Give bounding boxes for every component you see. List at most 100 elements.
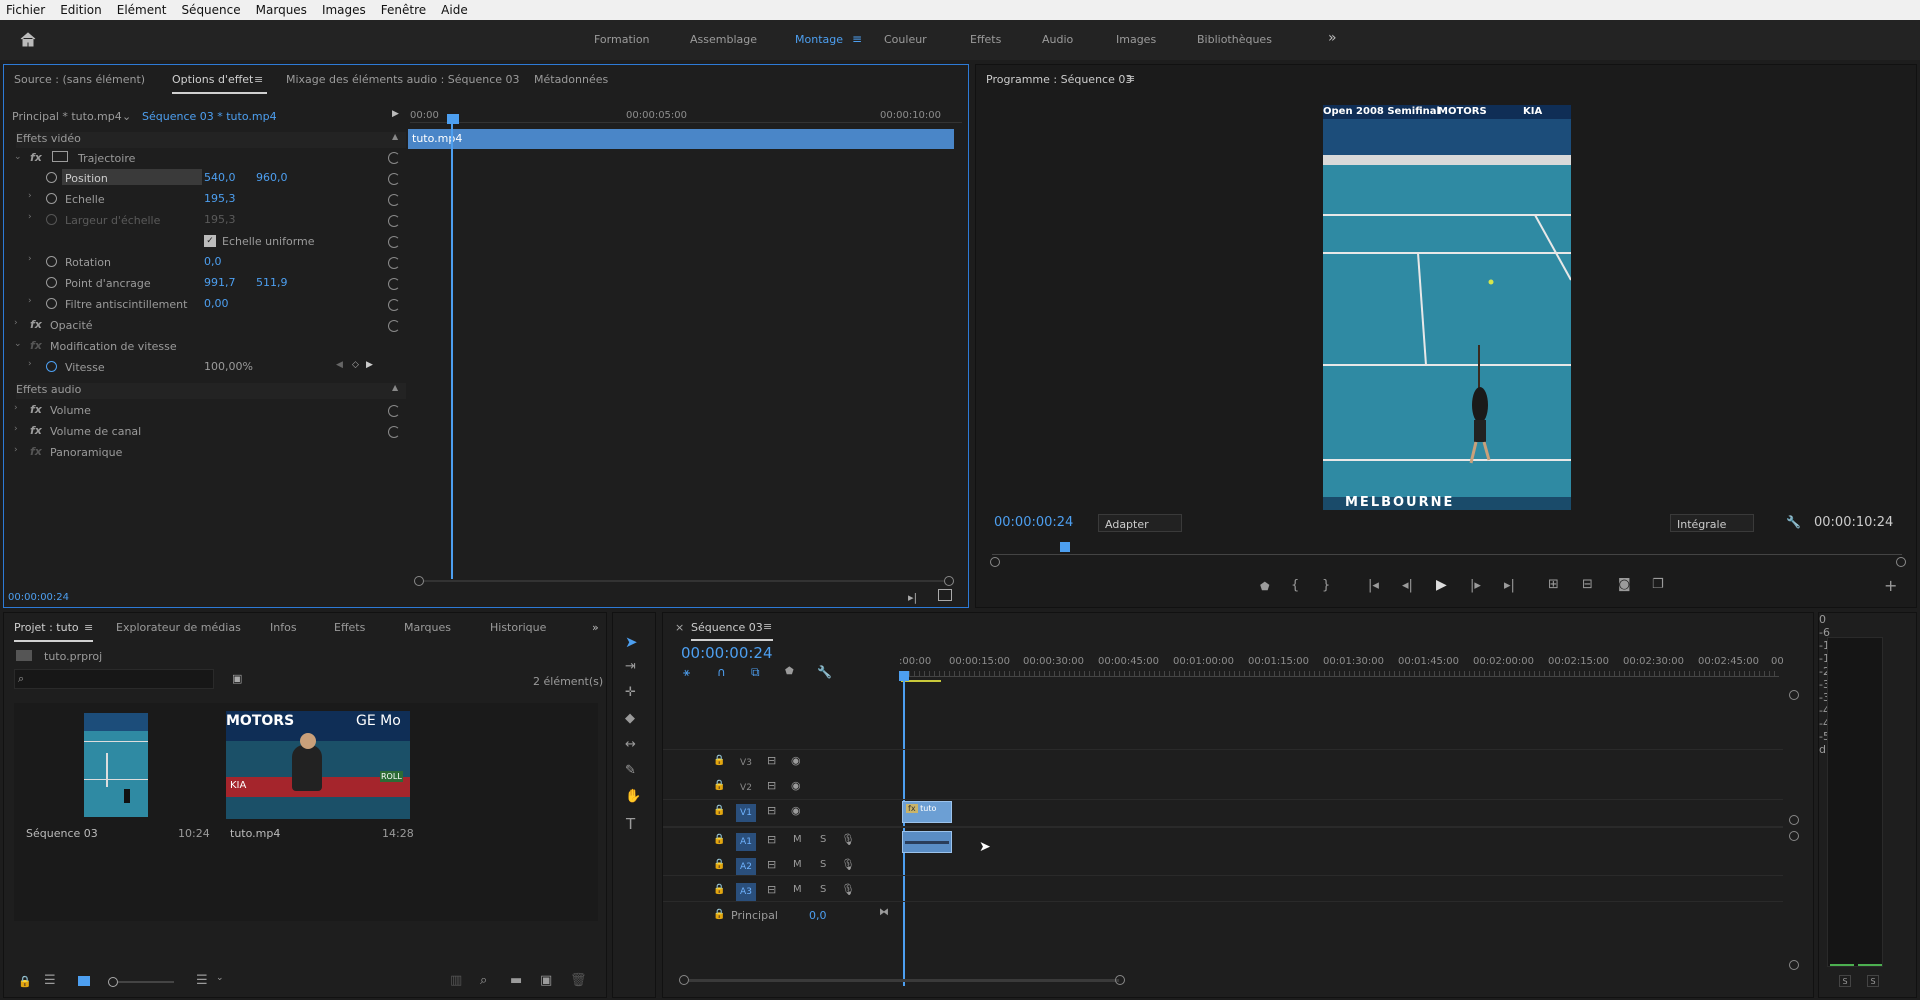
eye-icon[interactable]: ◉ — [791, 754, 801, 767]
tab-menu-icon[interactable]: ≡ — [254, 73, 263, 86]
fx-badge[interactable]: fx — [30, 403, 42, 416]
chevron-right-icon[interactable]: › — [14, 403, 18, 413]
stopwatch-icon[interactable] — [46, 193, 57, 204]
menu-aide[interactable]: Aide — [441, 3, 468, 17]
scroll-handle[interactable] — [1789, 815, 1799, 825]
new-bin-icon[interactable]: ▬ — [510, 973, 522, 988]
chevron-right-icon[interactable]: › — [14, 318, 18, 328]
tab-source[interactable]: Source : (sans élément) — [14, 73, 145, 86]
lock-icon[interactable]: 🔒 — [18, 975, 32, 988]
chevron-right-icon[interactable]: › — [28, 254, 32, 264]
effect-timecode[interactable]: 00:00:00:24 — [8, 592, 69, 603]
automate-icon[interactable]: ▥ — [450, 973, 462, 988]
sync-lock-icon[interactable]: ⊟ — [767, 833, 776, 846]
step-back-icon[interactable]: ◂| — [1402, 578, 1413, 593]
tab-effects[interactable]: Effets — [334, 621, 365, 634]
scroll-handle-left[interactable] — [414, 576, 424, 586]
track-label-v3[interactable]: V3 — [736, 754, 756, 772]
menu-edition[interactable]: Edition — [60, 3, 102, 17]
workspace-assemblage[interactable]: Assemblage — [690, 33, 757, 46]
type-tool-icon[interactable]: T — [626, 815, 635, 833]
nest-icon[interactable]: ⚹ — [683, 665, 690, 680]
tab-metadata[interactable]: Métadonnées — [534, 73, 608, 86]
compare-icon[interactable]: ❐ — [1652, 577, 1664, 592]
position-y-value[interactable]: 960,0 — [256, 171, 288, 184]
item-name[interactable]: Séquence 03 — [26, 827, 98, 840]
scroll-handle[interactable] — [1789, 831, 1799, 841]
workspace-images[interactable]: Images — [1116, 33, 1156, 46]
icon-view-icon[interactable] — [78, 976, 90, 986]
fx-badge[interactable]: fx — [30, 151, 42, 164]
echelle-value[interactable]: 195,3 — [204, 192, 236, 205]
playhead-handle[interactable] — [899, 671, 909, 681]
reset-icon[interactable] — [388, 257, 400, 269]
sync-lock-icon[interactable]: ⊟ — [767, 858, 776, 871]
insert-icon[interactable]: ⊞ — [1548, 577, 1559, 592]
workspace-menu-icon[interactable]: ≡ — [852, 32, 862, 46]
mark-out-icon[interactable]: } — [1322, 578, 1330, 593]
stopwatch-icon[interactable] — [46, 256, 57, 267]
reset-icon[interactable] — [388, 299, 400, 311]
play-triangle-icon[interactable]: ▶ — [392, 109, 399, 119]
position-x-value[interactable]: 540,0 — [204, 171, 236, 184]
linked-selection-icon[interactable]: ⧉ — [751, 665, 760, 680]
transform-icon[interactable] — [52, 151, 68, 162]
tab-markers[interactable]: Marques — [404, 621, 451, 634]
sync-lock-icon[interactable]: ⊟ — [767, 754, 776, 767]
tab-media-browser[interactable]: Explorateur de médias — [116, 621, 241, 634]
stopwatch-icon[interactable] — [46, 298, 57, 309]
scrollbar-track[interactable] — [424, 580, 944, 582]
menu-element[interactable]: Elément — [117, 3, 167, 17]
chevron-expanded-icon[interactable]: ⌄ — [14, 339, 22, 349]
flicker-value[interactable]: 0,00 — [204, 297, 229, 310]
scroll-handle-right[interactable] — [1896, 557, 1906, 567]
tab-project[interactable]: Projet : tuto — [14, 621, 93, 642]
track-label-v2[interactable]: V2 — [736, 779, 756, 797]
tab-menu-icon[interactable]: ≡ — [763, 620, 772, 633]
tab-menu-icon[interactable]: ≡ — [84, 621, 93, 634]
fx-badge[interactable]: fx — [30, 424, 42, 437]
fx-badge[interactable]: fx — [30, 318, 42, 331]
reset-icon[interactable] — [388, 152, 400, 164]
lock-icon[interactable]: 🔒 — [713, 859, 725, 870]
chevron-expanded-icon[interactable]: ⌄ — [14, 152, 22, 162]
collapse-icon[interactable]: ▲ — [392, 383, 398, 392]
track-label-a1[interactable]: A1 — [736, 833, 756, 851]
go-to-end-icon[interactable]: ⧓ — [879, 907, 889, 918]
master-track-value[interactable]: 0,0 — [809, 909, 827, 922]
slip-tool-icon[interactable]: ↔ — [625, 737, 636, 752]
item-name[interactable]: tuto.mp4 — [230, 827, 280, 840]
stopwatch-icon[interactable] — [46, 172, 57, 183]
chevron-down-icon[interactable]: ⌄ — [122, 110, 131, 123]
marker-icon[interactable]: ⬟ — [1260, 580, 1270, 593]
filter-icon[interactable]: ▸| — [908, 591, 917, 604]
sync-lock-icon[interactable]: ⊟ — [767, 779, 776, 792]
audio-clip[interactable] — [902, 831, 952, 853]
home-icon[interactable] — [20, 32, 36, 47]
workspace-effets[interactable]: Effets — [970, 33, 1001, 46]
fit-select[interactable]: Adapter — [1098, 514, 1182, 532]
lock-icon[interactable]: 🔒 — [713, 755, 725, 766]
track-label-a3[interactable]: A3 — [736, 883, 756, 901]
reset-icon[interactable] — [388, 173, 400, 185]
master-clip-label[interactable]: Principal * tuto.mp4 — [12, 110, 122, 123]
add-marker-icon[interactable]: ⬟ — [785, 666, 794, 677]
overwrite-icon[interactable]: ⊟ — [1582, 577, 1593, 592]
lock-icon[interactable]: 🔒 — [713, 834, 725, 845]
lock-icon[interactable]: 🔒 — [713, 884, 725, 895]
tab-effect-options[interactable]: Options d'effet — [172, 73, 268, 94]
clip-thumbnail[interactable]: MOTORS GE Mo KIA ROLL — [226, 711, 410, 819]
sort-icon[interactable]: ☰ — [196, 973, 208, 988]
ripple-edit-tool-icon[interactable]: ✛ — [625, 685, 636, 700]
scroll-handle-left[interactable] — [990, 557, 1000, 567]
reset-icon[interactable] — [388, 320, 400, 332]
play-icon[interactable]: ▶ — [1436, 577, 1447, 593]
timeline-settings-icon[interactable]: 🔧 — [817, 665, 832, 679]
more-tabs-icon[interactable]: » — [592, 621, 599, 634]
zoom-slider-handle[interactable] — [108, 977, 118, 987]
chevron-right-icon[interactable]: › — [14, 424, 18, 434]
razor-tool-icon[interactable]: ◆ — [625, 711, 635, 726]
uniform-scale-checkbox[interactable]: ✓ — [204, 235, 216, 247]
new-item-icon[interactable]: ▣ — [540, 973, 552, 988]
search-input[interactable] — [14, 669, 214, 689]
